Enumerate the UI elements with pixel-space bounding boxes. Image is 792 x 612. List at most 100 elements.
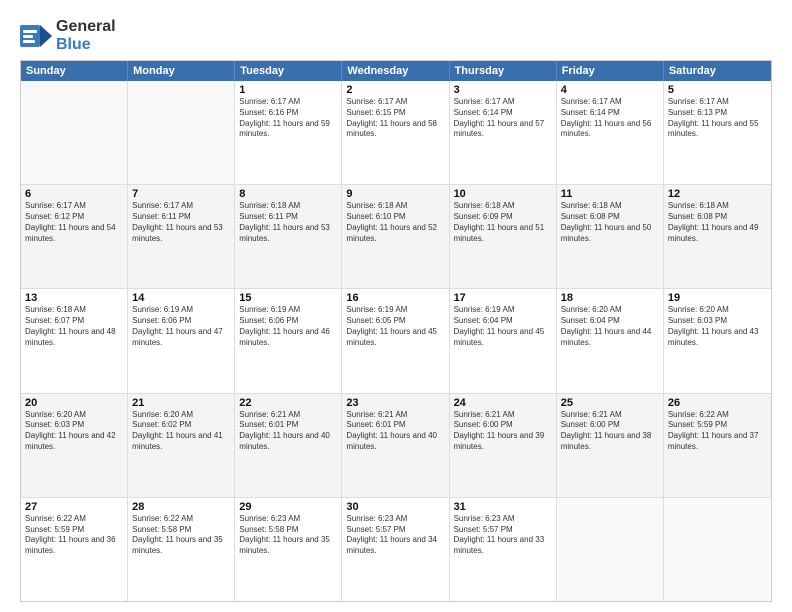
day-info: Sunrise: 6:20 AM Sunset: 6:03 PM Dayligh… (668, 305, 767, 348)
day-number: 3 (454, 84, 552, 96)
day-number: 5 (668, 84, 767, 96)
day-number: 24 (454, 397, 552, 409)
day-info: Sunrise: 6:22 AM Sunset: 5:58 PM Dayligh… (132, 514, 230, 557)
calendar-cell: 4Sunrise: 6:17 AM Sunset: 6:14 PM Daylig… (557, 81, 664, 184)
day-info: Sunrise: 6:22 AM Sunset: 5:59 PM Dayligh… (25, 514, 123, 557)
day-number: 1 (239, 84, 337, 96)
calendar-row-4: 20Sunrise: 6:20 AM Sunset: 6:03 PM Dayli… (21, 393, 771, 497)
calendar-cell (21, 81, 128, 184)
day-info: Sunrise: 6:21 AM Sunset: 6:01 PM Dayligh… (346, 410, 444, 453)
logo-blue: Blue (56, 36, 91, 53)
day-number: 29 (239, 501, 337, 513)
calendar-cell: 1Sunrise: 6:17 AM Sunset: 6:16 PM Daylig… (235, 81, 342, 184)
day-number: 15 (239, 292, 337, 304)
day-info: Sunrise: 6:18 AM Sunset: 6:08 PM Dayligh… (668, 201, 767, 244)
calendar-cell: 11Sunrise: 6:18 AM Sunset: 6:08 PM Dayli… (557, 185, 664, 288)
weekday-sunday: Sunday (21, 61, 128, 81)
day-number: 9 (346, 188, 444, 200)
day-number: 21 (132, 397, 230, 409)
calendar-cell: 24Sunrise: 6:21 AM Sunset: 6:00 PM Dayli… (450, 394, 557, 497)
calendar-cell: 19Sunrise: 6:20 AM Sunset: 6:03 PM Dayli… (664, 289, 771, 392)
calendar-cell: 25Sunrise: 6:21 AM Sunset: 6:00 PM Dayli… (557, 394, 664, 497)
calendar-row-5: 27Sunrise: 6:22 AM Sunset: 5:59 PM Dayli… (21, 497, 771, 601)
calendar-cell: 18Sunrise: 6:20 AM Sunset: 6:04 PM Dayli… (557, 289, 664, 392)
day-info: Sunrise: 6:18 AM Sunset: 6:07 PM Dayligh… (25, 305, 123, 348)
day-info: Sunrise: 6:20 AM Sunset: 6:03 PM Dayligh… (25, 410, 123, 453)
day-info: Sunrise: 6:17 AM Sunset: 6:16 PM Dayligh… (239, 97, 337, 140)
day-number: 20 (25, 397, 123, 409)
day-info: Sunrise: 6:18 AM Sunset: 6:09 PM Dayligh… (454, 201, 552, 244)
day-number: 4 (561, 84, 659, 96)
calendar-cell: 30Sunrise: 6:23 AM Sunset: 5:57 PM Dayli… (342, 498, 449, 601)
day-info: Sunrise: 6:23 AM Sunset: 5:57 PM Dayligh… (346, 514, 444, 557)
day-info: Sunrise: 6:23 AM Sunset: 5:57 PM Dayligh… (454, 514, 552, 557)
day-info: Sunrise: 6:19 AM Sunset: 6:05 PM Dayligh… (346, 305, 444, 348)
calendar-cell: 22Sunrise: 6:21 AM Sunset: 6:01 PM Dayli… (235, 394, 342, 497)
day-number: 25 (561, 397, 659, 409)
day-number: 18 (561, 292, 659, 304)
day-number: 2 (346, 84, 444, 96)
day-info: Sunrise: 6:22 AM Sunset: 5:59 PM Dayligh… (668, 410, 767, 453)
day-info: Sunrise: 6:19 AM Sunset: 6:06 PM Dayligh… (132, 305, 230, 348)
day-number: 10 (454, 188, 552, 200)
day-info: Sunrise: 6:17 AM Sunset: 6:15 PM Dayligh… (346, 97, 444, 140)
calendar-header: Sunday Monday Tuesday Wednesday Thursday… (21, 61, 771, 81)
calendar-cell: 28Sunrise: 6:22 AM Sunset: 5:58 PM Dayli… (128, 498, 235, 601)
day-number: 17 (454, 292, 552, 304)
weekday-thursday: Thursday (450, 61, 557, 81)
day-number: 16 (346, 292, 444, 304)
calendar-cell: 29Sunrise: 6:23 AM Sunset: 5:58 PM Dayli… (235, 498, 342, 601)
day-number: 8 (239, 188, 337, 200)
day-info: Sunrise: 6:18 AM Sunset: 6:10 PM Dayligh… (346, 201, 444, 244)
calendar-cell: 31Sunrise: 6:23 AM Sunset: 5:57 PM Dayli… (450, 498, 557, 601)
day-info: Sunrise: 6:21 AM Sunset: 6:00 PM Dayligh… (454, 410, 552, 453)
calendar-cell: 2Sunrise: 6:17 AM Sunset: 6:15 PM Daylig… (342, 81, 449, 184)
calendar-cell: 3Sunrise: 6:17 AM Sunset: 6:14 PM Daylig… (450, 81, 557, 184)
calendar-cell: 23Sunrise: 6:21 AM Sunset: 6:01 PM Dayli… (342, 394, 449, 497)
calendar-cell: 9Sunrise: 6:18 AM Sunset: 6:10 PM Daylig… (342, 185, 449, 288)
calendar-cell: 7Sunrise: 6:17 AM Sunset: 6:11 PM Daylig… (128, 185, 235, 288)
calendar-cell: 27Sunrise: 6:22 AM Sunset: 5:59 PM Dayli… (21, 498, 128, 601)
day-info: Sunrise: 6:20 AM Sunset: 6:04 PM Dayligh… (561, 305, 659, 348)
page: General Blue Sunday Monday Tuesday Wedne… (0, 0, 792, 612)
calendar-row-3: 13Sunrise: 6:18 AM Sunset: 6:07 PM Dayli… (21, 288, 771, 392)
calendar-cell: 10Sunrise: 6:18 AM Sunset: 6:09 PM Dayli… (450, 185, 557, 288)
day-number: 26 (668, 397, 767, 409)
calendar-row-2: 6Sunrise: 6:17 AM Sunset: 6:12 PM Daylig… (21, 184, 771, 288)
day-number: 14 (132, 292, 230, 304)
day-number: 11 (561, 188, 659, 200)
calendar-row-1: 1Sunrise: 6:17 AM Sunset: 6:16 PM Daylig… (21, 81, 771, 184)
calendar-cell: 20Sunrise: 6:20 AM Sunset: 6:03 PM Dayli… (21, 394, 128, 497)
calendar-cell: 15Sunrise: 6:19 AM Sunset: 6:06 PM Dayli… (235, 289, 342, 392)
day-number: 23 (346, 397, 444, 409)
calendar-body: 1Sunrise: 6:17 AM Sunset: 6:16 PM Daylig… (21, 81, 771, 601)
calendar-cell: 16Sunrise: 6:19 AM Sunset: 6:05 PM Dayli… (342, 289, 449, 392)
logo: General Blue (20, 18, 116, 54)
day-info: Sunrise: 6:20 AM Sunset: 6:02 PM Dayligh… (132, 410, 230, 453)
calendar-cell: 17Sunrise: 6:19 AM Sunset: 6:04 PM Dayli… (450, 289, 557, 392)
day-info: Sunrise: 6:19 AM Sunset: 6:06 PM Dayligh… (239, 305, 337, 348)
day-info: Sunrise: 6:19 AM Sunset: 6:04 PM Dayligh… (454, 305, 552, 348)
day-info: Sunrise: 6:17 AM Sunset: 6:13 PM Dayligh… (668, 97, 767, 140)
day-info: Sunrise: 6:17 AM Sunset: 6:12 PM Dayligh… (25, 201, 123, 244)
weekday-friday: Friday (557, 61, 664, 81)
calendar-cell: 8Sunrise: 6:18 AM Sunset: 6:11 PM Daylig… (235, 185, 342, 288)
day-number: 7 (132, 188, 230, 200)
weekday-tuesday: Tuesday (235, 61, 342, 81)
day-number: 6 (25, 188, 123, 200)
calendar-cell: 21Sunrise: 6:20 AM Sunset: 6:02 PM Dayli… (128, 394, 235, 497)
calendar-cell: 6Sunrise: 6:17 AM Sunset: 6:12 PM Daylig… (21, 185, 128, 288)
calendar-cell (557, 498, 664, 601)
day-number: 19 (668, 292, 767, 304)
calendar-cell: 12Sunrise: 6:18 AM Sunset: 6:08 PM Dayli… (664, 185, 771, 288)
day-info: Sunrise: 6:21 AM Sunset: 6:01 PM Dayligh… (239, 410, 337, 453)
day-info: Sunrise: 6:21 AM Sunset: 6:00 PM Dayligh… (561, 410, 659, 453)
day-info: Sunrise: 6:17 AM Sunset: 6:11 PM Dayligh… (132, 201, 230, 244)
day-info: Sunrise: 6:18 AM Sunset: 6:11 PM Dayligh… (239, 201, 337, 244)
weekday-monday: Monday (128, 61, 235, 81)
logo-icon (20, 25, 52, 47)
calendar-cell (128, 81, 235, 184)
day-info: Sunrise: 6:17 AM Sunset: 6:14 PM Dayligh… (454, 97, 552, 140)
day-number: 12 (668, 188, 767, 200)
day-info: Sunrise: 6:23 AM Sunset: 5:58 PM Dayligh… (239, 514, 337, 557)
